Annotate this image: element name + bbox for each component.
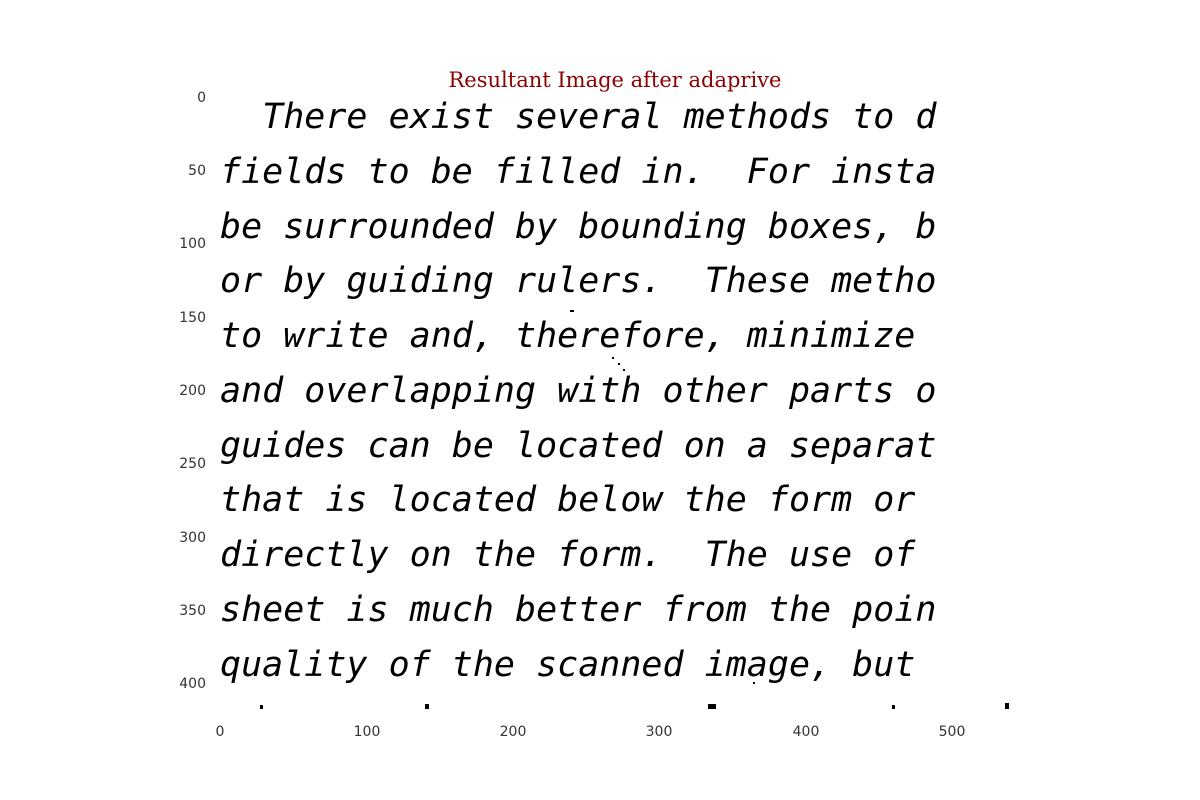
x-tick-label: 100 [353, 724, 381, 740]
text-line: directly on the form. The use of [220, 535, 937, 575]
x-tick-label: 200 [499, 724, 527, 740]
x-tick-label: 500 [938, 724, 966, 740]
clipped-glyph-fragment [708, 704, 716, 709]
text-line: to write and, therefore, minimize [220, 316, 937, 356]
clipped-glyph-fragment [425, 704, 429, 709]
noise-speck [753, 682, 755, 684]
x-tick-label: 300 [645, 724, 673, 740]
text-line: There exist several methods to d [220, 97, 937, 137]
text-line: be surrounded by bounding boxes, b [220, 207, 937, 247]
clipped-glyph-fragment [260, 705, 263, 709]
y-tick-label: 50 [188, 163, 206, 179]
y-tick-label: 150 [179, 310, 206, 326]
text-line: guides can be located on a separat [220, 426, 937, 466]
document-image: There exist several methods to d fields … [220, 97, 1010, 709]
x-tick-label: 0 [215, 724, 225, 740]
y-tick-label: 200 [179, 383, 206, 399]
y-tick-label: 100 [179, 236, 206, 252]
text-line: fields to be filled in. For insta [220, 152, 937, 192]
y-tick-label: 250 [179, 456, 206, 472]
y-tick-label: 300 [179, 530, 206, 546]
text-line: and overlapping with other parts o [220, 371, 937, 411]
text-line: quality of the scanned image, but [220, 645, 937, 685]
y-tick-label: 400 [179, 676, 206, 692]
text-line: that is located below the form or [220, 480, 937, 520]
clipped-glyph-fragment [1005, 703, 1009, 709]
noise-speck [570, 310, 574, 312]
noise-speck [453, 177, 456, 179]
y-tick-label: 350 [179, 603, 206, 619]
x-tick-label: 400 [792, 724, 820, 740]
text-line: or by guiding rulers. These metho [220, 261, 937, 301]
noise-speck [612, 357, 614, 359]
noise-speck [623, 369, 625, 371]
clipped-glyph-fragment [892, 705, 895, 709]
y-tick-label: 0 [197, 90, 206, 106]
figure-title: Resultant Image after adaprive [448, 68, 782, 92]
noise-speck [618, 363, 620, 365]
text-line: sheet is much better from the poin [220, 590, 937, 630]
